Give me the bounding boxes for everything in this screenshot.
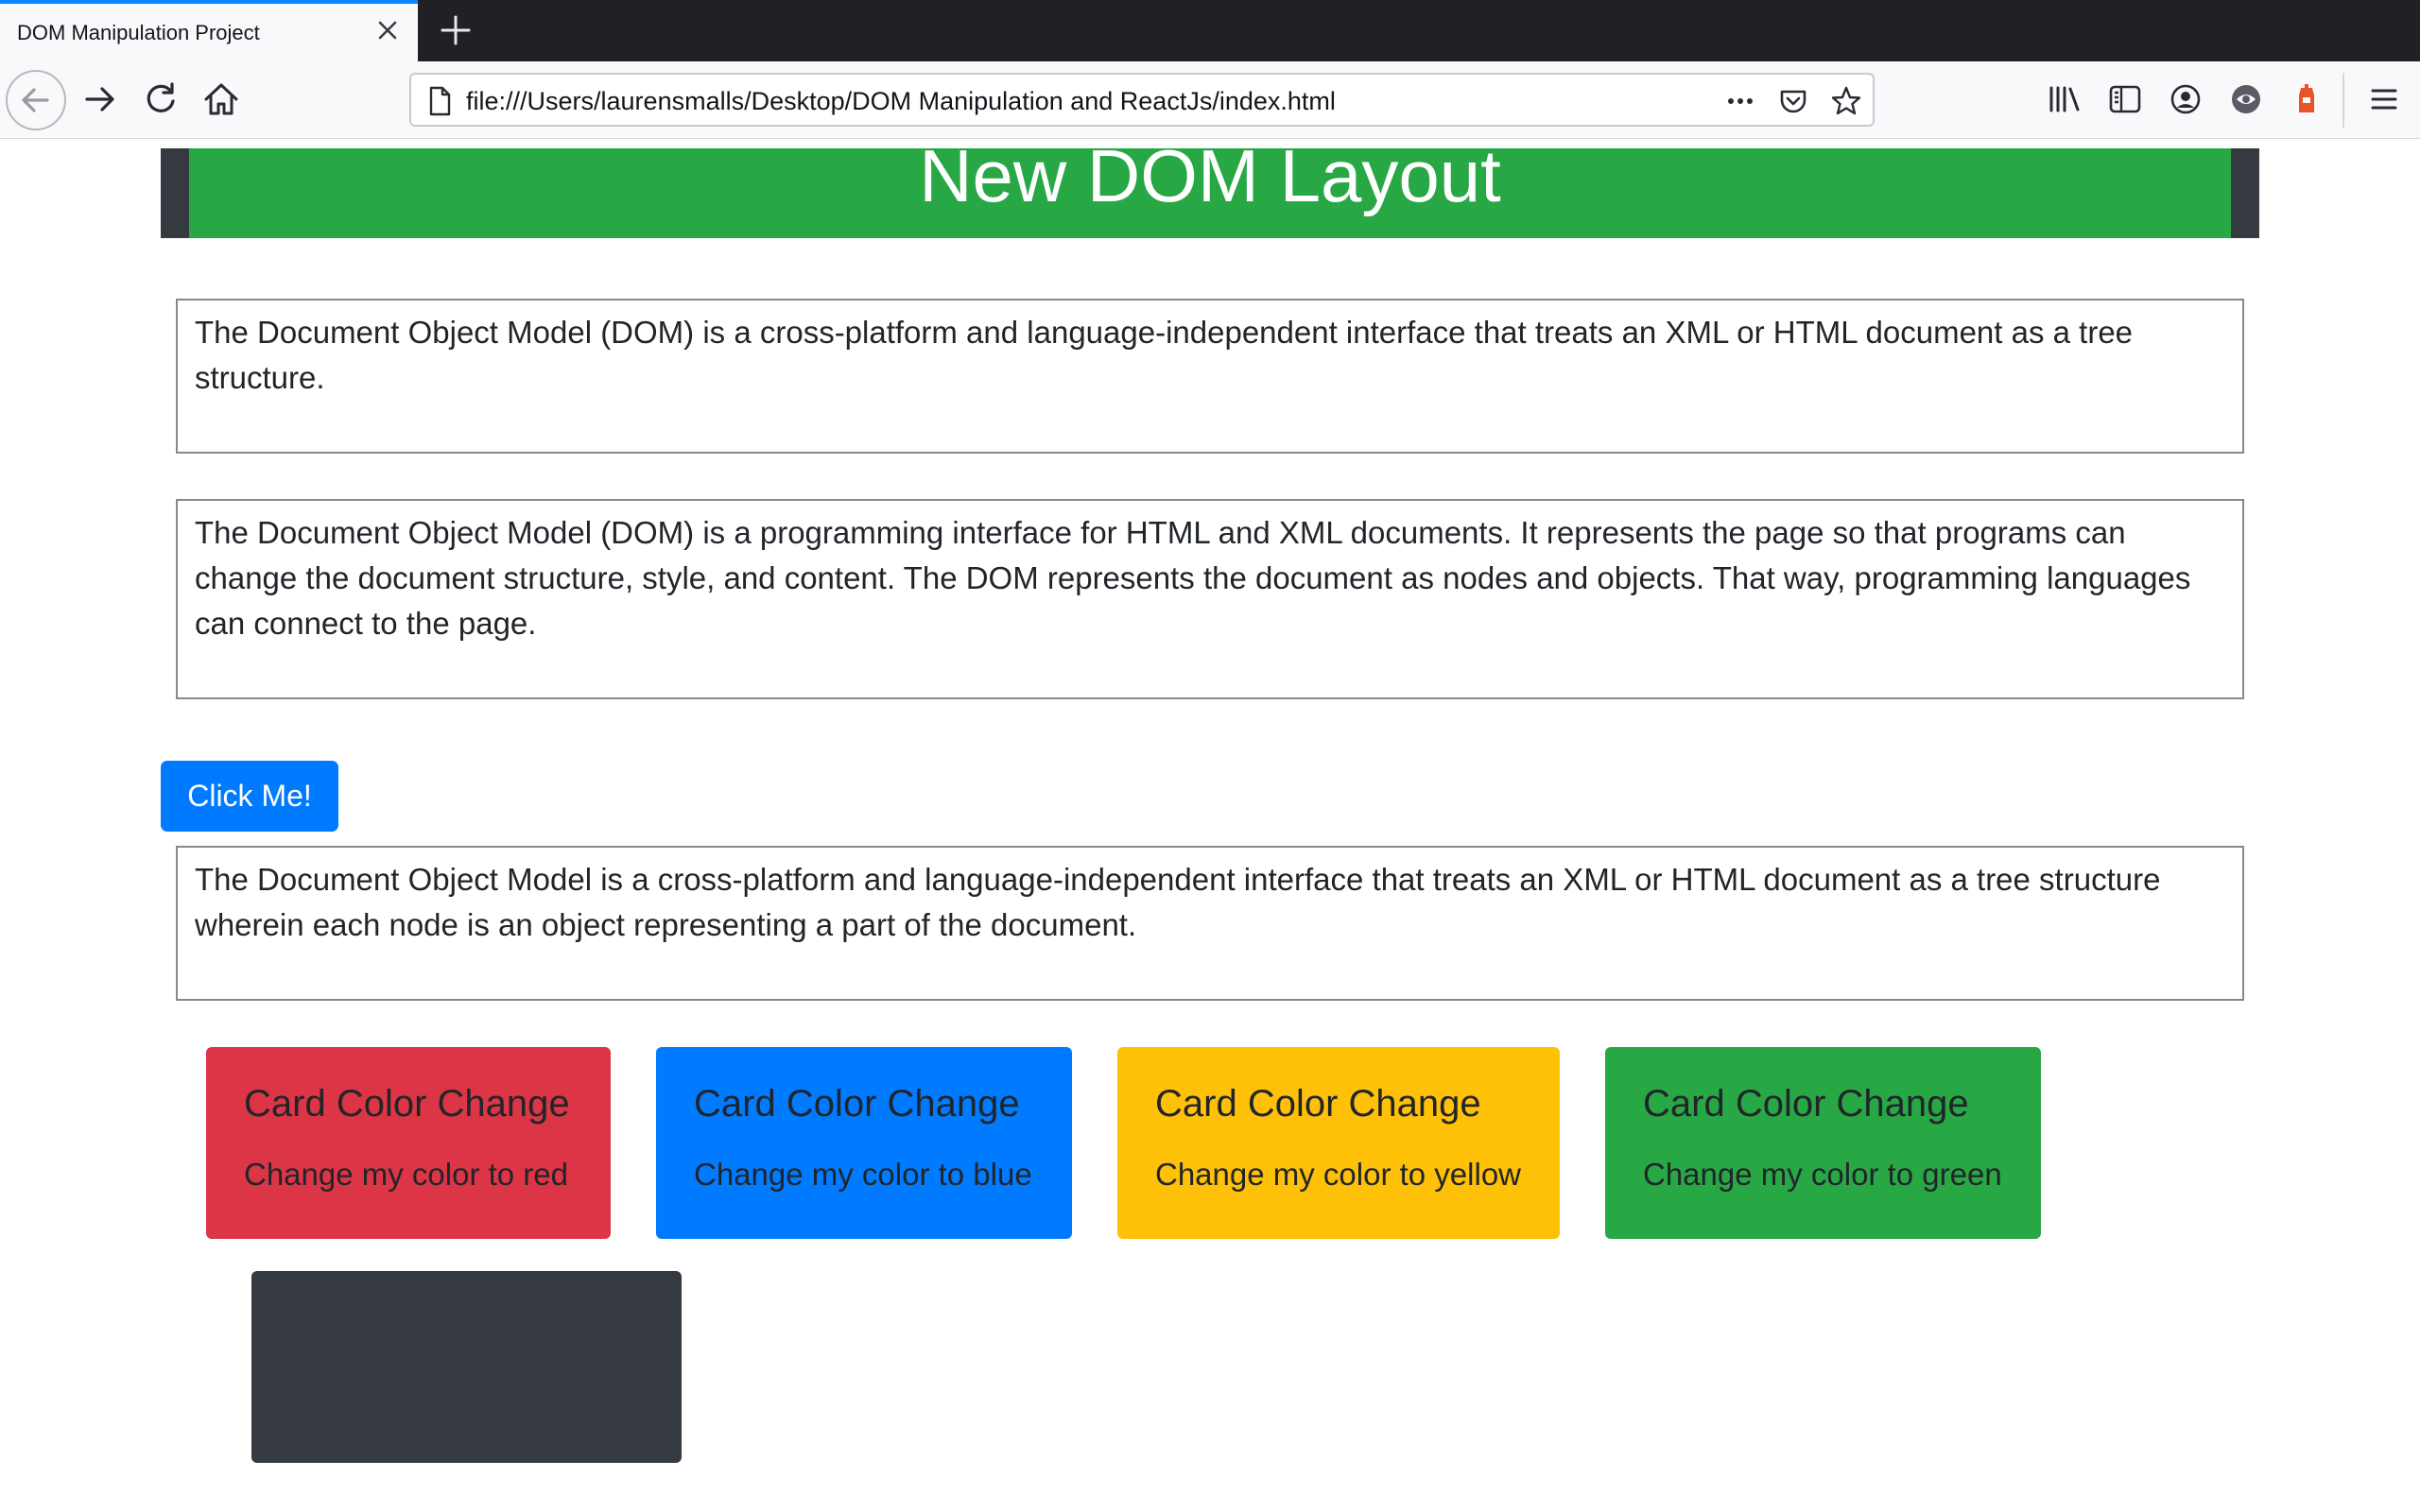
pocket-icon[interactable] <box>1776 84 1810 118</box>
card-text: Change my color to green <box>1643 1157 2002 1192</box>
card-blue[interactable]: Card Color Change Change my color to blu… <box>656 1047 1072 1239</box>
reload-icon[interactable] <box>138 77 183 122</box>
extension-icon[interactable] <box>2227 80 2265 118</box>
back-button[interactable] <box>6 70 66 130</box>
account-icon[interactable] <box>2167 80 2204 118</box>
card-title: Card Color Change <box>1155 1083 1481 1125</box>
card-text: Change my color to yellow <box>1155 1157 1522 1192</box>
dark-card <box>251 1271 682 1463</box>
navigation-toolbar: file:///Users/laurensmalls/Desktop/DOM M… <box>0 61 2420 139</box>
address-bar[interactable]: file:///Users/laurensmalls/Desktop/DOM M… <box>409 73 1875 127</box>
sidebar-icon[interactable] <box>2106 80 2144 118</box>
tab-strip: DOM Manipulation Project <box>0 0 2420 61</box>
bookmark-star-icon[interactable] <box>1829 84 1863 118</box>
result-paragraph-box: The Document Object Model is a cross-pla… <box>176 846 2244 1001</box>
privacy-extension-icon[interactable] <box>2288 80 2325 118</box>
paragraph-box-1: The Document Object Model (DOM) is a cro… <box>176 299 2244 454</box>
home-icon[interactable] <box>199 77 244 122</box>
url-text[interactable]: file:///Users/laurensmalls/Desktop/DOM M… <box>466 87 1336 116</box>
forward-icon[interactable] <box>78 77 123 122</box>
card-text: Change my color to red <box>244 1157 569 1192</box>
card-title: Card Color Change <box>694 1083 1020 1125</box>
card-text: Change my color to blue <box>694 1157 1032 1192</box>
card-title: Card Color Change <box>244 1083 570 1125</box>
page-title: New DOM Layout <box>919 133 1501 217</box>
card-green[interactable]: Card Color Change Change my color to gre… <box>1605 1047 2041 1239</box>
library-icon[interactable] <box>2046 80 2083 118</box>
menu-icon[interactable] <box>2365 80 2403 118</box>
close-tab-icon[interactable] <box>372 15 403 45</box>
card-yellow[interactable]: Card Color Change Change my color to yel… <box>1117 1047 1560 1239</box>
paragraph-box-2: The Document Object Model (DOM) is a pro… <box>176 499 2244 699</box>
active-tab[interactable]: DOM Manipulation Project <box>0 0 418 61</box>
tab-title: DOM Manipulation Project <box>17 21 260 44</box>
page-actions-icon[interactable] <box>1723 84 1757 118</box>
page-header-bar: New DOM Layout <box>189 134 2231 238</box>
new-tab-icon[interactable] <box>437 11 475 49</box>
click-me-button[interactable]: Click Me! <box>161 761 338 832</box>
page-header: New DOM Layout <box>161 134 2259 238</box>
page-icon <box>423 84 457 118</box>
card-red[interactable]: Card Color Change Change my color to red <box>206 1047 611 1239</box>
toolbar-divider <box>2342 73 2344 128</box>
card-title: Card Color Change <box>1643 1083 1969 1125</box>
